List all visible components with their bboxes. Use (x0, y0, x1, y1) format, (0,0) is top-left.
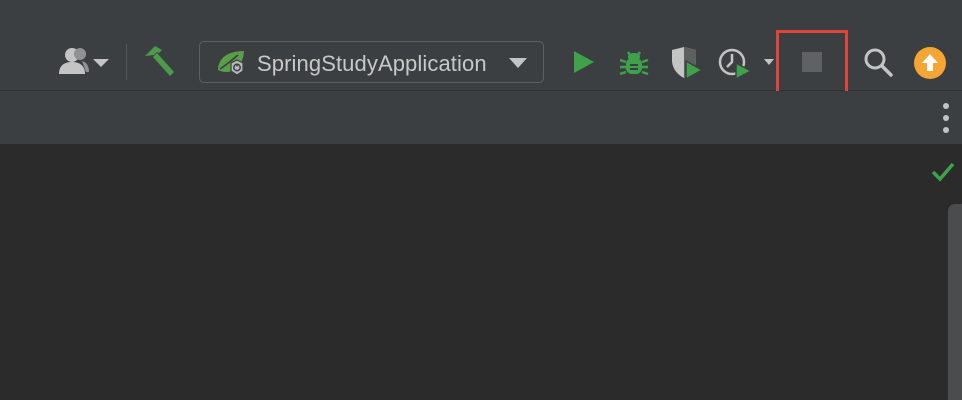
editor-scrollbar[interactable] (948, 204, 962, 400)
update-button[interactable] (913, 46, 947, 80)
shield-run-icon (672, 47, 704, 81)
update-arrow-icon (914, 47, 946, 79)
run-configuration-selector[interactable]: SpringStudyApplication (199, 41, 544, 83)
profile-button[interactable] (716, 44, 754, 82)
user-dropdown-icon (59, 48, 109, 74)
more-options-icon[interactable] (939, 103, 953, 133)
play-icon (574, 51, 594, 73)
editor-tab-bar (0, 91, 962, 145)
run-configuration-label: SpringStudyApplication (257, 51, 487, 76)
run-button[interactable] (568, 44, 600, 80)
stop-icon[interactable] (802, 52, 822, 72)
triangle-down-icon (509, 58, 527, 68)
build-button[interactable] (140, 44, 178, 80)
toolbar-separator (126, 44, 127, 80)
spring-boot-icon (218, 51, 244, 76)
coverage-button[interactable] (666, 44, 706, 82)
editor-area[interactable] (0, 145, 962, 400)
debug-button[interactable] (617, 44, 651, 80)
hammer-icon (145, 46, 174, 76)
checkmark-icon (931, 162, 955, 182)
search-button[interactable] (860, 44, 896, 80)
bug-icon (619, 51, 649, 76)
search-icon (864, 48, 893, 77)
profiler-icon (718, 48, 753, 81)
ide-window: SpringStudyApplication (0, 0, 962, 400)
user-dropdown-button[interactable] (56, 44, 114, 80)
main-toolbar: SpringStudyApplication (0, 0, 962, 100)
